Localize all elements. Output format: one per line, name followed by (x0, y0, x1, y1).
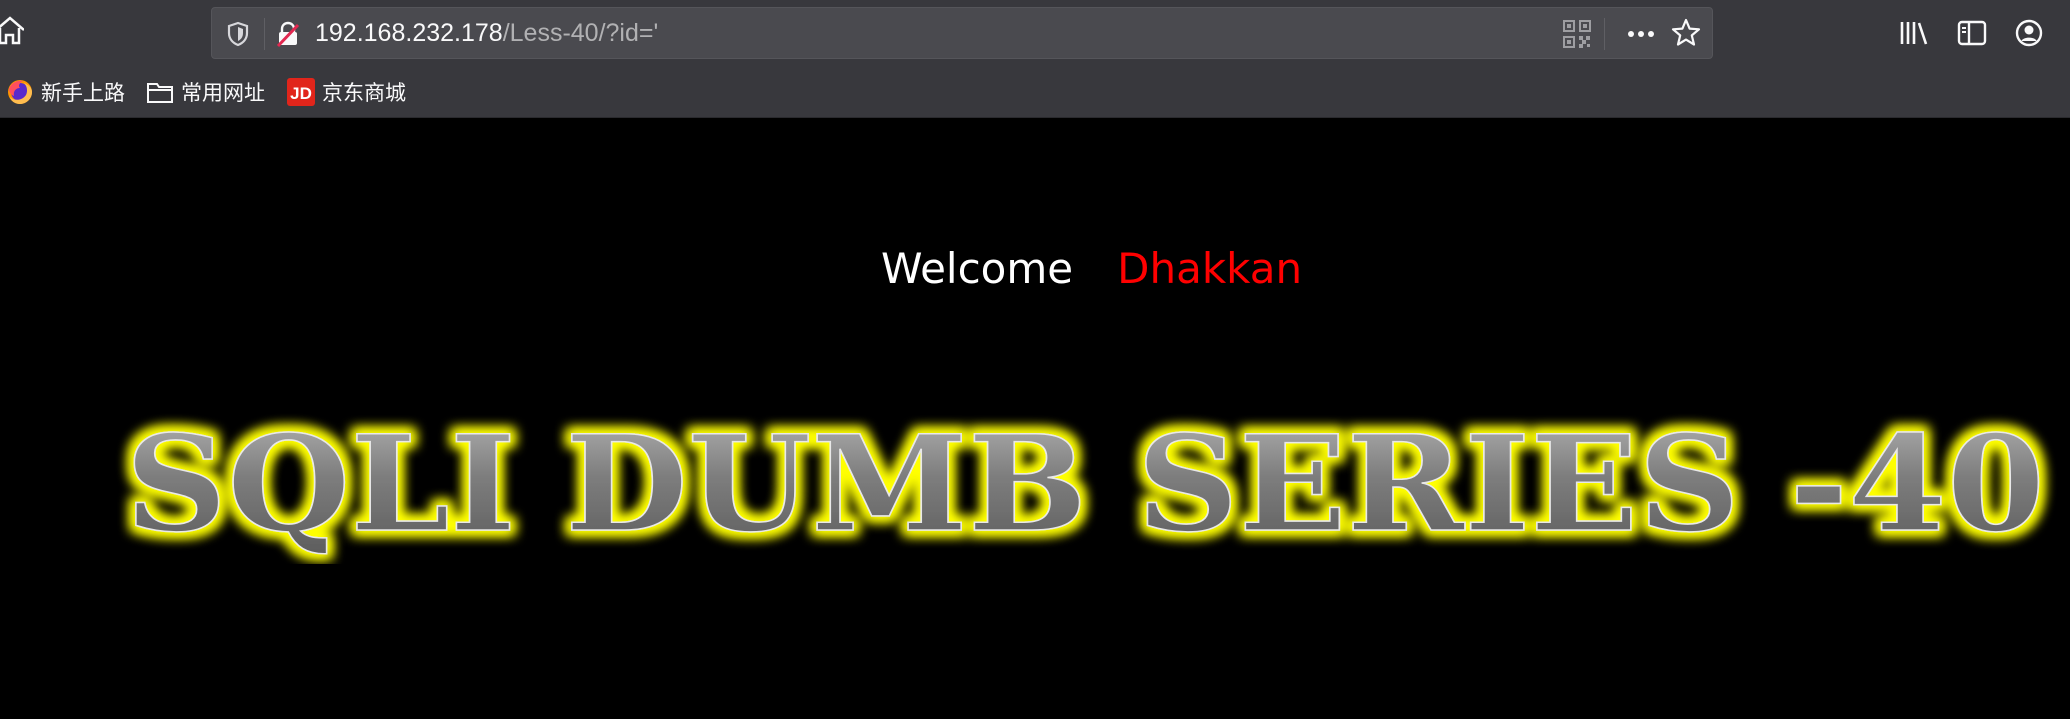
welcome-text: Welcome (881, 244, 1074, 293)
bookmark-item-jd[interactable]: JD 京东商城 (287, 66, 406, 118)
series-title-banner: SQLI DUMB SERIES -40 (124, 406, 2046, 563)
divider (264, 18, 265, 50)
account-icon[interactable] (2013, 17, 2045, 49)
folder-icon (146, 78, 174, 106)
bookmark-label: 常用网址 (181, 81, 265, 105)
user-name: Dhakkan (1117, 244, 1303, 293)
address-bar[interactable]: 192.168.232.178/Less-40/?id=' (211, 7, 1713, 59)
bookmark-label: 京东商城 (322, 81, 406, 105)
bookmark-item-getting-started[interactable]: 新手上路 (6, 66, 125, 118)
qr-code-icon[interactable] (1562, 19, 1592, 49)
url-path: /Less-40/?id=' (502, 19, 659, 47)
series-title-text: SQLI DUMB SERIES -40 (125, 407, 2045, 562)
home-icon[interactable] (0, 14, 25, 48)
more-icon[interactable] (1622, 19, 1660, 49)
sidebar-icon[interactable] (1956, 17, 1988, 49)
star-icon[interactable] (1670, 17, 1702, 49)
page-content: Welcome Dhakkan SQLI DUMB SERIES -40 (0, 119, 2070, 719)
shield-icon[interactable] (224, 20, 252, 48)
firefox-icon (6, 78, 34, 106)
welcome-line: Welcome Dhakkan (881, 239, 1302, 299)
url-host: 192.168.232.178 (315, 19, 503, 47)
broken-lock-icon[interactable] (274, 20, 302, 48)
library-icon[interactable] (1898, 17, 1930, 49)
svg-text:JD: JD (290, 84, 312, 103)
url-text[interactable]: 192.168.232.178/Less-40/?id=' (315, 8, 658, 58)
jd-icon: JD (287, 78, 315, 106)
divider (1604, 18, 1605, 50)
bookmark-folder-common-sites[interactable]: 常用网址 (146, 66, 265, 118)
bookmarks-bar: 新手上路 常用网址 JD 京东商城 (0, 66, 2070, 118)
browser-toolbar: 192.168.232.178/Less-40/?id=' (0, 0, 2070, 66)
bookmark-label: 新手上路 (41, 81, 125, 105)
